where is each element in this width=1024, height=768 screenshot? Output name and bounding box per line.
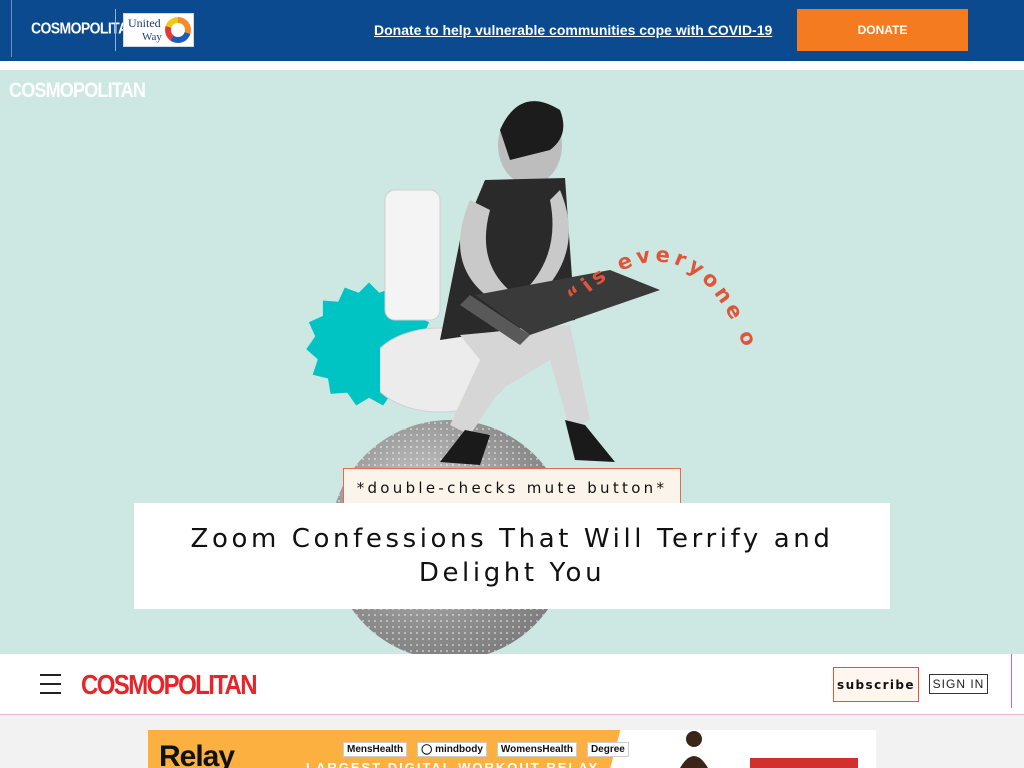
ad-relay-title: Relay (159, 740, 235, 768)
menu-icon[interactable] (38, 670, 63, 698)
ad-brand-degree[interactable]: Degree (586, 742, 629, 757)
article-headline: Zoom Confessions That Will Terrify and D… (134, 522, 890, 590)
donation-banner: COSMOPOLITAN United Way Donate to help v… (0, 0, 1024, 61)
hero-cosmopolitan-logo[interactable]: COSMOPOLITAN (9, 78, 146, 103)
hero-section: COSMOPOLITAN “is everyone on?” *double- (0, 70, 1024, 654)
headline-card: Zoom Confessions That Will Terrify and D… (134, 503, 890, 609)
ad-athlete-image (680, 731, 708, 768)
relay-ad-banner[interactable]: Relay MensHealth mindbody WomensHealth D… (148, 730, 876, 768)
quote-text: “is everyone on?” (565, 210, 759, 353)
sign-in-button[interactable]: SIGN IN (929, 674, 988, 694)
nav-cosmopolitan-logo[interactable]: COSMOPOLITAN (81, 670, 258, 702)
headline-line-1: Zoom Confessions That Will Terrify and (190, 524, 834, 554)
ad-brand-womenshealth[interactable]: WomensHealth (496, 742, 577, 757)
svg-text:“is everyone on?”: “is everyone on?” (565, 210, 763, 353)
donate-link[interactable]: Donate to help vulnerable communities co… (374, 22, 772, 38)
banner-divider (115, 9, 116, 51)
ad-brand-mindbody[interactable]: mindbody (417, 742, 487, 757)
headline-line-2: Delight You (418, 558, 606, 588)
united-way-wordmark: United (128, 16, 161, 30)
is-everyone-on-quote: “is everyone on?” (565, 210, 763, 353)
ad-brand-menshealth[interactable]: MensHealth (343, 742, 408, 757)
ad-slogan: LARGEST DIGITAL WORKOUT RELAY (306, 760, 600, 768)
ad-cta-button[interactable] (750, 758, 858, 768)
ad-brand-list: MensHealth mindbody WomensHealth Degree (343, 742, 629, 757)
hero-tagline: *double-checks mute button* (343, 468, 681, 508)
site-navbar: COSMOPOLITAN subscribe SIGN IN (0, 654, 1024, 715)
banner-cosmopolitan-logo[interactable]: COSMOPOLITAN (31, 19, 138, 37)
donate-button[interactable]: DONATE (797, 9, 968, 51)
ad-area: Relay MensHealth mindbody WomensHealth D… (0, 715, 1024, 768)
banner-edge-tab[interactable] (0, 0, 12, 57)
subscribe-button[interactable]: subscribe (833, 667, 919, 702)
united-way-logo[interactable]: United Way (123, 13, 194, 47)
united-way-emblem-icon (165, 17, 191, 43)
united-way-wordmark-sub: Way (142, 31, 162, 43)
nav-edge-tab[interactable] (1011, 654, 1024, 708)
